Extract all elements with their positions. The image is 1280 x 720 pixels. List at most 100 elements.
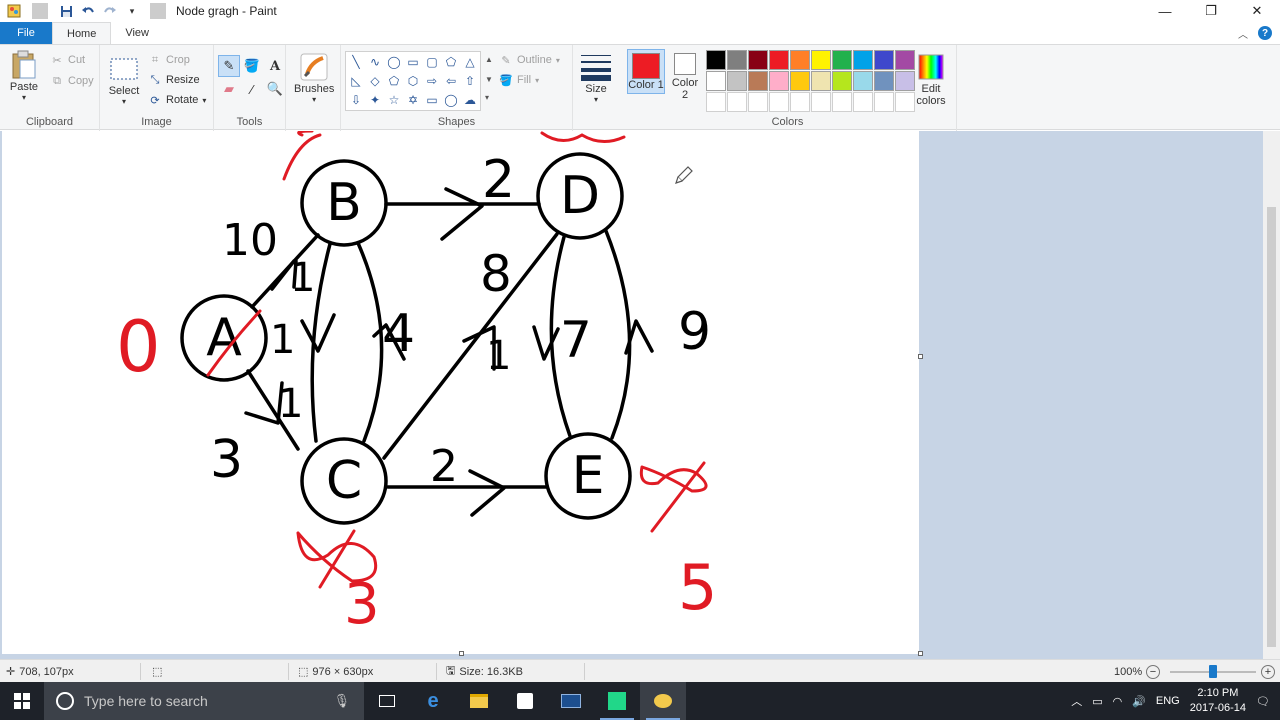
rounded-rectangle-shape-icon[interactable]: ▢ — [423, 53, 441, 71]
shapes-scroll-up-icon[interactable]: ▲ — [485, 55, 493, 64]
up-arrow-shape-icon[interactable]: ⇧ — [461, 72, 479, 90]
taskbar-app-file-explorer[interactable] — [456, 682, 502, 720]
palette-swatch[interactable] — [895, 71, 915, 91]
undo-icon[interactable] — [80, 3, 96, 19]
clock[interactable]: 2:10 PM 2017-06-14 — [1190, 686, 1246, 716]
select-button[interactable]: Select ▾ — [108, 53, 140, 106]
palette-swatch[interactable] — [832, 50, 852, 70]
color1-button[interactable]: Color 1 — [627, 49, 665, 94]
palette-swatch[interactable] — [811, 92, 831, 112]
crop-button[interactable]: ⌗ Crop — [148, 53, 190, 67]
palette-swatch[interactable] — [748, 50, 768, 70]
fill-button[interactable]: 🪣 Fill ▾ — [499, 73, 539, 87]
oval-callout-shape-icon[interactable]: ◯ — [442, 91, 460, 109]
start-button[interactable] — [0, 682, 44, 720]
collapse-ribbon-icon[interactable]: ︿ — [1238, 26, 1248, 41]
palette-swatch[interactable] — [790, 50, 810, 70]
palette-swatch[interactable] — [727, 50, 747, 70]
canvas-resize-handle-right[interactable] — [918, 354, 923, 359]
copy-button[interactable]: ⧉ Copy — [50, 74, 94, 88]
palette-swatch[interactable] — [811, 71, 831, 91]
edit-colors-button[interactable]: Edit colors — [913, 51, 949, 107]
rectangle-shape-icon[interactable]: ▭ — [404, 53, 422, 71]
taskbar-app-pycharm[interactable] — [594, 682, 640, 720]
scrollbar-thumb[interactable] — [1267, 207, 1276, 647]
brushes-button[interactable]: Brushes ▾ — [294, 51, 334, 104]
canvas-resize-handle-corner[interactable] — [918, 651, 923, 656]
triangle-shape-icon[interactable]: △ — [461, 53, 479, 71]
taskbar-app-obs[interactable] — [548, 682, 594, 720]
shapes-scroll-down-icon[interactable]: ▼ — [485, 75, 493, 84]
palette-swatch[interactable] — [874, 92, 894, 112]
magnifier-icon[interactable]: 🔍 — [264, 78, 286, 100]
text-tool-icon[interactable]: A — [264, 55, 286, 77]
palette-swatch[interactable] — [706, 92, 726, 112]
palette-swatch[interactable] — [727, 92, 747, 112]
minimize-icon[interactable]: — — [1142, 0, 1188, 22]
pencil-icon[interactable]: ✎ — [218, 55, 240, 77]
eraser-icon[interactable]: ▰ — [218, 78, 240, 100]
cloud-callout-shape-icon[interactable]: ☁ — [461, 91, 479, 109]
taskbar-search-box[interactable]: Type here to search 🎙 — [44, 682, 364, 720]
palette-swatch[interactable] — [832, 92, 852, 112]
palette-swatch[interactable] — [727, 71, 747, 91]
palette-swatch[interactable] — [790, 92, 810, 112]
zoom-in-button[interactable]: + — [1261, 660, 1275, 683]
drawing-canvas[interactable]: A B C D E 10 3 4 2 8 2 7 9 1 1 1 1 0 3 5 — [2, 131, 919, 654]
resize-button[interactable]: ⤡ Resize — [148, 73, 200, 87]
tab-view[interactable]: View — [111, 22, 163, 44]
six-point-star-shape-icon[interactable]: ✡ — [404, 91, 422, 109]
battery-icon[interactable]: ▭ — [1092, 695, 1102, 708]
customize-icon[interactable]: ▾ — [124, 3, 140, 19]
palette-swatch[interactable] — [769, 71, 789, 91]
palette-swatch[interactable] — [853, 50, 873, 70]
paste-button[interactable]: Paste ▾ — [8, 49, 40, 102]
color-picker-icon[interactable]: ⁄ — [241, 78, 263, 100]
palette-swatch[interactable] — [895, 92, 915, 112]
taskbar-app-paint[interactable] — [640, 682, 686, 720]
volume-icon[interactable]: 🔊 — [1132, 695, 1146, 708]
diamond-shape-icon[interactable]: ◇ — [366, 72, 384, 90]
palette-swatch[interactable] — [874, 50, 894, 70]
oval-shape-icon[interactable]: ◯ — [385, 53, 403, 71]
palette-swatch[interactable] — [748, 92, 768, 112]
language-indicator[interactable]: ENG — [1156, 695, 1180, 707]
close-icon[interactable]: ✕ — [1234, 0, 1280, 22]
palette-swatch[interactable] — [853, 71, 873, 91]
help-icon[interactable]: ? — [1258, 26, 1272, 40]
palette-swatch[interactable] — [706, 71, 726, 91]
palette-swatch[interactable] — [895, 50, 915, 70]
rotate-button[interactable]: ⟳ Rotate ▾ — [148, 93, 206, 107]
palette-swatch[interactable] — [790, 71, 810, 91]
five-point-star-shape-icon[interactable]: ☆ — [385, 91, 403, 109]
line-shape-icon[interactable]: ╲ — [347, 53, 365, 71]
taskbar-app-store[interactable] — [502, 682, 548, 720]
outline-button[interactable]: ✎ Outline ▾ — [499, 53, 559, 67]
zoom-slider-thumb[interactable] — [1209, 665, 1217, 678]
canvas-resize-handle-bottom[interactable] — [459, 651, 464, 656]
size-button[interactable]: Size ▾ — [580, 51, 612, 104]
redo-icon[interactable] — [102, 3, 118, 19]
palette-swatch[interactable] — [811, 50, 831, 70]
microphone-icon[interactable]: 🎙 — [333, 693, 350, 709]
polygon-shape-icon[interactable]: ⬠ — [442, 53, 460, 71]
restore-icon[interactable]: ❐ — [1188, 0, 1234, 22]
task-view-button[interactable] — [364, 682, 410, 720]
tab-file[interactable]: File — [0, 22, 52, 44]
right-arrow-shape-icon[interactable]: ⇨ — [423, 72, 441, 90]
palette-swatch[interactable] — [769, 50, 789, 70]
palette-swatch[interactable] — [706, 50, 726, 70]
palette-swatch[interactable] — [748, 71, 768, 91]
pentagon-shape-icon[interactable]: ⬠ — [385, 72, 403, 90]
zoom-out-button[interactable]: − — [1146, 660, 1160, 683]
rect-callout-shape-icon[interactable]: ▭ — [423, 91, 441, 109]
right-triangle-shape-icon[interactable]: ◺ — [347, 72, 365, 90]
cut-button[interactable]: ✂ Cut — [50, 53, 85, 67]
tab-home[interactable]: Home — [52, 22, 112, 44]
palette-swatch[interactable] — [832, 71, 852, 91]
palette-swatch[interactable] — [769, 92, 789, 112]
curve-shape-icon[interactable]: ∿ — [366, 53, 384, 71]
vertical-scrollbar[interactable] — [1263, 131, 1280, 659]
show-hidden-icons-icon[interactable]: ︿ — [1071, 693, 1082, 709]
shapes-more-icon[interactable]: ▾ — [485, 93, 489, 102]
